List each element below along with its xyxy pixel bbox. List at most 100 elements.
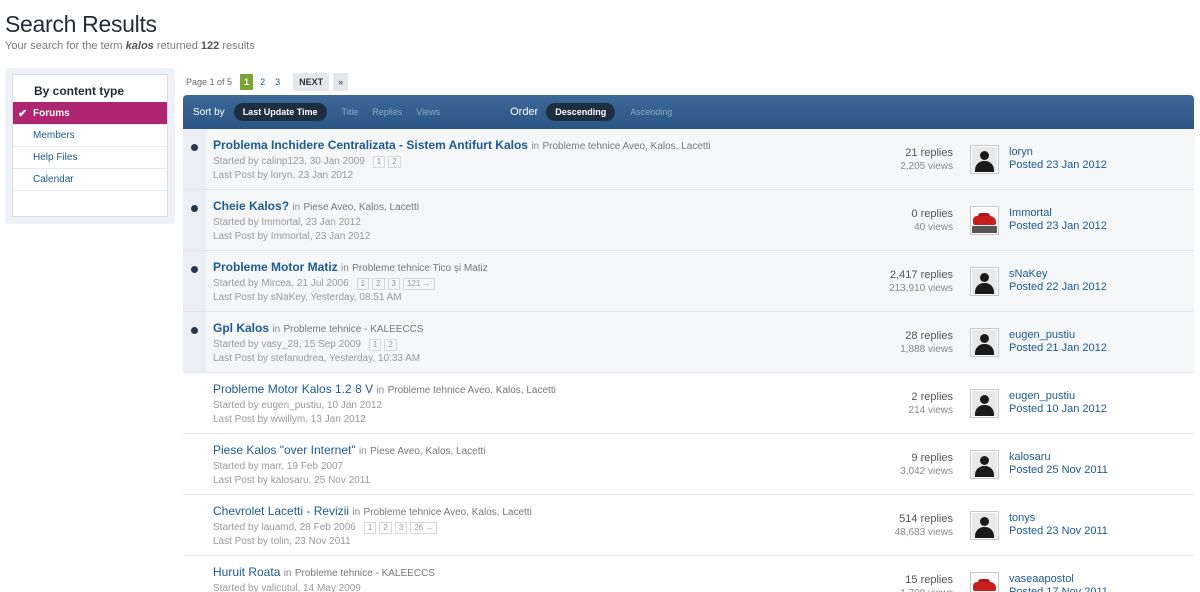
- poster-name-link[interactable]: vaseaapostol: [1009, 573, 1108, 586]
- summary-prefix: Your search for the term: [5, 40, 123, 52]
- view-count: 213,910 views: [889, 283, 953, 294]
- topic-title-link[interactable]: Piese Kalos "over Internet": [213, 443, 356, 457]
- avatar[interactable]: [970, 267, 999, 296]
- order-descending[interactable]: Descending: [546, 103, 616, 121]
- table-row: Huruit Roata in Probleme tehnice - KALEE…: [183, 556, 1194, 592]
- checkmark-icon: ✔: [18, 108, 28, 120]
- topic-title-link[interactable]: Problema Inchidere Centralizata - Sistem…: [213, 138, 528, 152]
- last-poster: eugen_pustiu Posted 21 Jan 2012: [1009, 329, 1107, 355]
- avatar[interactable]: [970, 572, 999, 592]
- poster-name-link[interactable]: sNaKey: [1009, 268, 1107, 281]
- poster-name-link[interactable]: eugen_pustiu: [1009, 329, 1107, 342]
- topic-page-link[interactable]: 1: [368, 339, 382, 351]
- order-ascending[interactable]: Ascending: [630, 107, 672, 117]
- posted-date: Posted 17 Nov 2011: [1009, 586, 1108, 592]
- avatar[interactable]: [970, 206, 999, 235]
- poster-name-link[interactable]: Immortal: [1009, 207, 1107, 220]
- page-3-button[interactable]: 3: [272, 77, 283, 87]
- topic-last-post: Last Post by wwillym, 13 Jan 2012: [213, 414, 366, 425]
- topic-page-link[interactable]: 2: [388, 156, 401, 168]
- table-row: Piese Kalos "over Internet" in Piese Ave…: [183, 434, 1194, 495]
- table-row: Chevrolet Lacetti - Revizii in Probleme …: [183, 495, 1194, 556]
- topic-last-post: Last Post by stefanudrea, Yesterday, 10:…: [213, 353, 421, 364]
- view-count: 1,888 views: [900, 344, 953, 355]
- reply-count: 514 replies: [899, 513, 953, 525]
- posted-date: Posted 21 Jan 2012: [1009, 342, 1107, 354]
- topic-forum-link[interactable]: Probleme tehnice Aveo, Kalos, Lacetti: [542, 141, 710, 152]
- topic-stats: 2,417 replies 213,910 views: [889, 269, 953, 295]
- sidebar-item-forums[interactable]: ✔ Forums: [13, 102, 167, 124]
- topic-forum-link[interactable]: Probleme tehnice - KALEECCS: [295, 568, 435, 579]
- topic-page-link[interactable]: 121 →: [403, 278, 435, 290]
- avatar[interactable]: [970, 145, 999, 174]
- topic-page-link[interactable]: 1: [363, 522, 377, 534]
- topic-page-link[interactable]: 26 →: [410, 522, 438, 534]
- topic-line: Chevrolet Lacetti - Revizii in Probleme …: [213, 504, 532, 518]
- page-1-button[interactable]: 1: [240, 74, 254, 90]
- poster-name-link[interactable]: tonys: [1009, 512, 1108, 525]
- topic-started-line: Started by vasy_28, 15 Sep 2009 1 2: [213, 339, 397, 351]
- sidebar-item-calendar[interactable]: Calendar: [13, 168, 167, 190]
- sort-title[interactable]: Title: [342, 107, 359, 117]
- avatar[interactable]: [970, 511, 999, 540]
- topic-page-link[interactable]: 2: [379, 522, 392, 534]
- sidebar-item-members[interactable]: Members: [13, 124, 167, 146]
- unread-gutter: [183, 129, 206, 189]
- topic-line: Cheie Kalos? in Piese Aveo, Kalos, Lacet…: [213, 199, 419, 213]
- topic-title-link[interactable]: Probleme Motor Matiz: [213, 260, 338, 274]
- sidebar-item-empty: [13, 190, 167, 212]
- topic-started: Started by Mircea, 21 Jul 2006: [213, 278, 349, 289]
- topic-started-line: Started by marr, 19 Feb 2007: [213, 461, 343, 472]
- topic-forum-link[interactable]: Probleme tehnice Aveo, Kalos, Lacetti: [364, 507, 532, 518]
- topic-started-line: Started by valicutul, 14 May 2009: [213, 583, 361, 592]
- sort-views[interactable]: Views: [416, 107, 440, 117]
- topic-last-post: Last Post by tolin, 23 Nov 2011: [213, 536, 351, 547]
- reply-count: 0 replies: [911, 208, 953, 220]
- topic-title-link[interactable]: Gpl Kalos: [213, 321, 269, 335]
- topic-title-link[interactable]: Probleme Motor Kalos 1.2 8 V: [213, 382, 373, 396]
- topic-title-link[interactable]: Cheie Kalos?: [213, 199, 289, 213]
- topic-in-label: in: [358, 446, 367, 457]
- result-count: 122: [200, 40, 220, 52]
- poster-name-link[interactable]: eugen_pustiu: [1009, 390, 1107, 403]
- poster-name-link[interactable]: loryn: [1009, 146, 1107, 159]
- sort-replies[interactable]: Replies: [372, 107, 402, 117]
- topic-page-link[interactable]: 3: [394, 522, 408, 534]
- posted-date: Posted 23 Nov 2011: [1009, 525, 1108, 537]
- last-page-button[interactable]: »: [333, 73, 349, 91]
- unread-gutter: [183, 190, 206, 250]
- avatar[interactable]: [970, 328, 999, 357]
- next-page-button[interactable]: NEXT: [293, 73, 330, 91]
- topic-started: Started by eugen_pustiu, 10 Jan 2012: [213, 400, 383, 411]
- sidebar-item-help-files[interactable]: Help Files: [13, 146, 167, 168]
- posted-date: Posted 23 Jan 2012: [1009, 159, 1107, 171]
- topic-forum-link[interactable]: Probleme tehnice Aveo, Kalos, Lacetti: [388, 385, 556, 396]
- topic-forum-link[interactable]: Probleme tehnice - KALEECCS: [284, 324, 424, 335]
- content-type-filter: By content type ✔ Forums Members Help Fi…: [5, 68, 175, 224]
- topic-forum-link[interactable]: Probleme tehnice Tico și Matiz: [352, 263, 488, 274]
- topic-page-link[interactable]: 2: [372, 278, 385, 290]
- last-poster: Immortal Posted 23 Jan 2012: [1009, 207, 1107, 233]
- topic-page-link[interactable]: 3: [387, 278, 400, 290]
- topic-title-link[interactable]: Chevrolet Lacetti - Revizii: [213, 504, 349, 518]
- topic-started: Started by calinp123, 30 Jan 2009: [213, 156, 365, 167]
- topic-line: Piese Kalos "over Internet" in Piese Ave…: [213, 443, 486, 457]
- topic-line: Problema Inchidere Centralizata - Sistem…: [213, 138, 711, 152]
- reply-count: 2,417 replies: [890, 269, 953, 281]
- page-2-button[interactable]: 2: [257, 77, 268, 87]
- topic-page-link[interactable]: 2: [384, 339, 397, 351]
- view-count: 48,683 views: [894, 527, 953, 538]
- table-row: Gpl Kalos in Probleme tehnice - KALEECCS…: [183, 312, 1194, 373]
- topic-line: Huruit Roata in Probleme tehnice - KALEE…: [213, 565, 435, 579]
- avatar[interactable]: [970, 389, 999, 418]
- sort-last-update-time[interactable]: Last Update Time: [233, 103, 327, 121]
- avatar[interactable]: [970, 450, 999, 479]
- poster-name-link[interactable]: kalosaru: [1009, 451, 1108, 464]
- posted-date: Posted 22 Jan 2012: [1009, 281, 1107, 293]
- topic-forum-link[interactable]: Piese Aveo, Kalos, Lacetti: [304, 202, 419, 213]
- sidebar-item-label: Members: [33, 130, 75, 141]
- topic-title-link[interactable]: Huruit Roata: [213, 565, 280, 579]
- topic-forum-link[interactable]: Piese Aveo, Kalos, Lacetti: [370, 446, 485, 457]
- topic-page-link[interactable]: 1: [372, 156, 386, 168]
- topic-page-link[interactable]: 1: [356, 278, 370, 290]
